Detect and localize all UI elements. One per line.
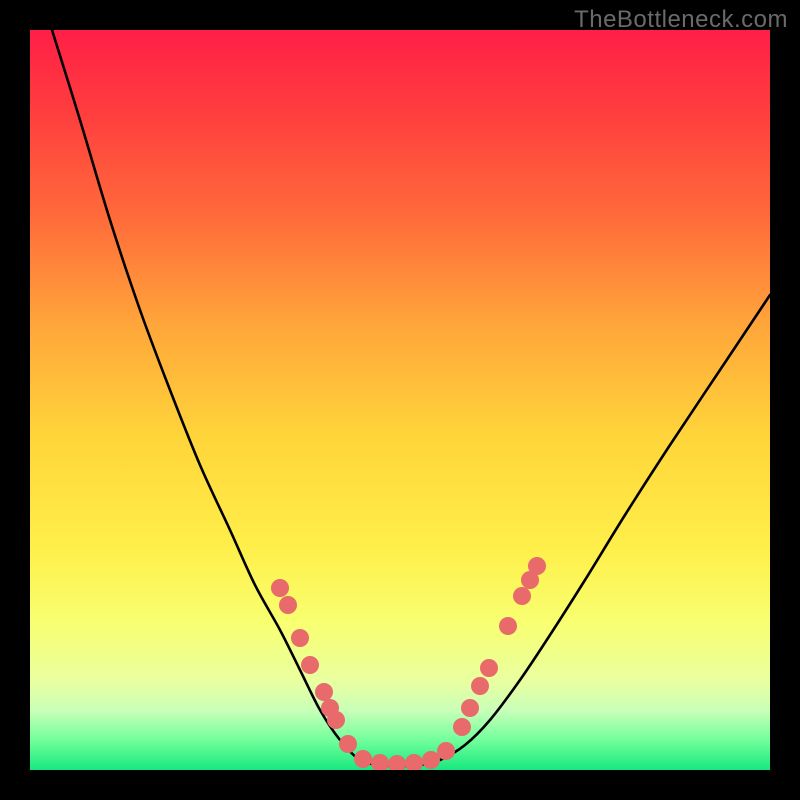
data-point [528,557,546,575]
data-point [371,754,389,770]
chart-svg [30,30,770,770]
data-point [471,677,489,695]
plot-area [30,30,770,770]
data-point [453,718,471,736]
data-point [513,587,531,605]
watermark-text: TheBottleneck.com [574,6,788,34]
data-point [291,629,309,647]
data-point [354,750,372,768]
data-point [339,735,357,753]
bottleneck-curve [52,30,770,766]
data-point [461,699,479,717]
data-point [422,751,440,769]
data-point [315,683,333,701]
marker-group [271,557,546,770]
data-point [279,596,297,614]
data-point [388,755,406,770]
data-point [480,659,498,677]
data-point [301,656,319,674]
data-point [327,711,345,729]
data-point [499,617,517,635]
outer-frame: TheBottleneck.com [0,0,800,800]
data-point [437,742,455,760]
curve-group [52,30,770,766]
data-point [405,754,423,770]
data-point [271,579,289,597]
